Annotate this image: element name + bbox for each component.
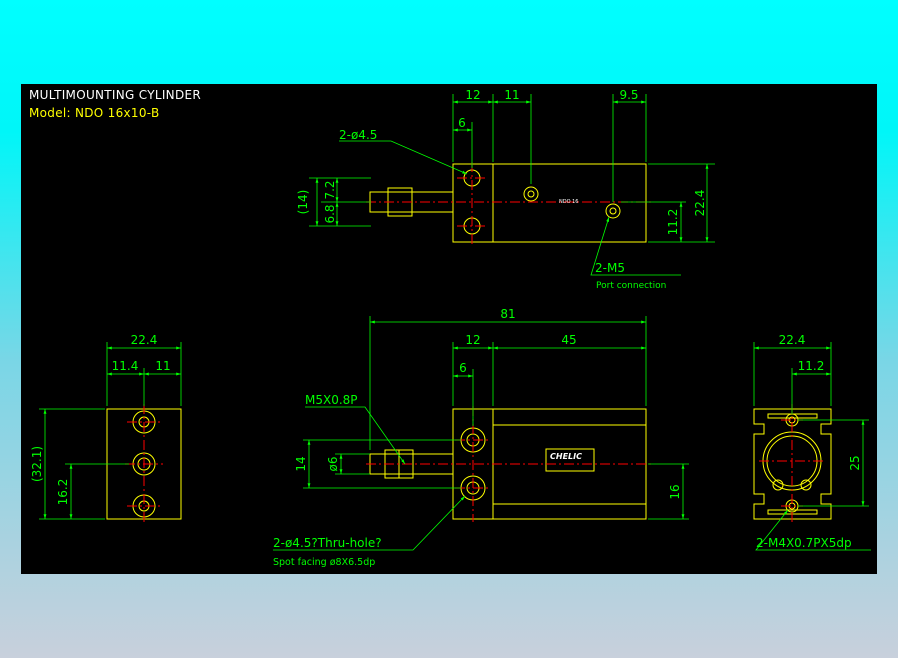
top-dim-11: 11 (504, 88, 519, 102)
right-dim-11-2: 11.2 (798, 359, 825, 373)
left-dim-32-1: (32.1) (30, 446, 44, 482)
top-hole-callout: 2-ø4.5 (339, 128, 377, 142)
top-view: 12 11 9.5 6 (14) 6.8 7.2 22.4 11.2 2-ø4.… (296, 88, 715, 291)
left-dim-11: 11 (155, 359, 170, 373)
top-dim-14: (14) (296, 190, 310, 215)
top-dim-12: 12 (465, 88, 480, 102)
top-body-label: NDO 16 (559, 199, 578, 205)
front-dim-45: 45 (561, 333, 576, 347)
top-port-callout: 2-M5 (595, 261, 625, 275)
front-dim-16: 16 (668, 484, 682, 499)
top-dim-7-2: 7.2 (323, 180, 337, 199)
top-body-outline (452, 163, 647, 243)
right-dim-22-4: 22.4 (779, 333, 806, 347)
top-port-a (523, 186, 539, 202)
right-tap-callout: 2-M4X0.7PX5dp (756, 536, 852, 550)
right-dim-25: 25 (848, 455, 862, 470)
port-connection-note: Port connection (596, 281, 666, 291)
top-dim-11-2: 11.2 (666, 209, 680, 236)
thread-callout: M5X0.8P (305, 393, 358, 407)
front-dim-phi6: ø6 (326, 457, 340, 472)
left-dim-22-4: 22.4 (131, 333, 158, 347)
brand-label: CHELIC (550, 452, 582, 461)
front-view: 81 12 45 6 14 ø6 16 M5X0.8P 2-ø4.5?Thru-… (273, 307, 689, 568)
top-dim-6-8: 6.8 (323, 204, 337, 223)
front-hole-callout: 2-ø4.5?Thru-hole? (273, 536, 382, 550)
left-dim-16-2: 16.2 (56, 479, 70, 506)
top-dim-6: 6 (458, 116, 466, 130)
cad-drawing: MULTIMOUNTING CYLINDER Model: NDO 16x10-… (21, 84, 877, 574)
top-dim-9-5: 9.5 (619, 88, 638, 102)
top-dim-22-4: 22.4 (693, 190, 707, 217)
front-dim-81: 81 (500, 307, 515, 321)
top-port-b (605, 203, 621, 219)
left-dim-11-4: 11.4 (112, 359, 139, 373)
front-dim-12: 12 (465, 333, 480, 347)
right-view: 22.4 11.2 25 2-M4X0.7PX5dp (753, 333, 871, 551)
spot-facing-callout: Spot facing ø8X6.5dp (273, 557, 375, 568)
front-dim-6: 6 (459, 361, 467, 375)
left-view: 22.4 11.4 11 (32.1) 16.2 (30, 333, 182, 524)
front-dim-14: 14 (294, 456, 308, 471)
drawing-canvas: 12 11 9.5 6 (14) 6.8 7.2 22.4 11.2 2-ø4.… (30, 88, 871, 568)
